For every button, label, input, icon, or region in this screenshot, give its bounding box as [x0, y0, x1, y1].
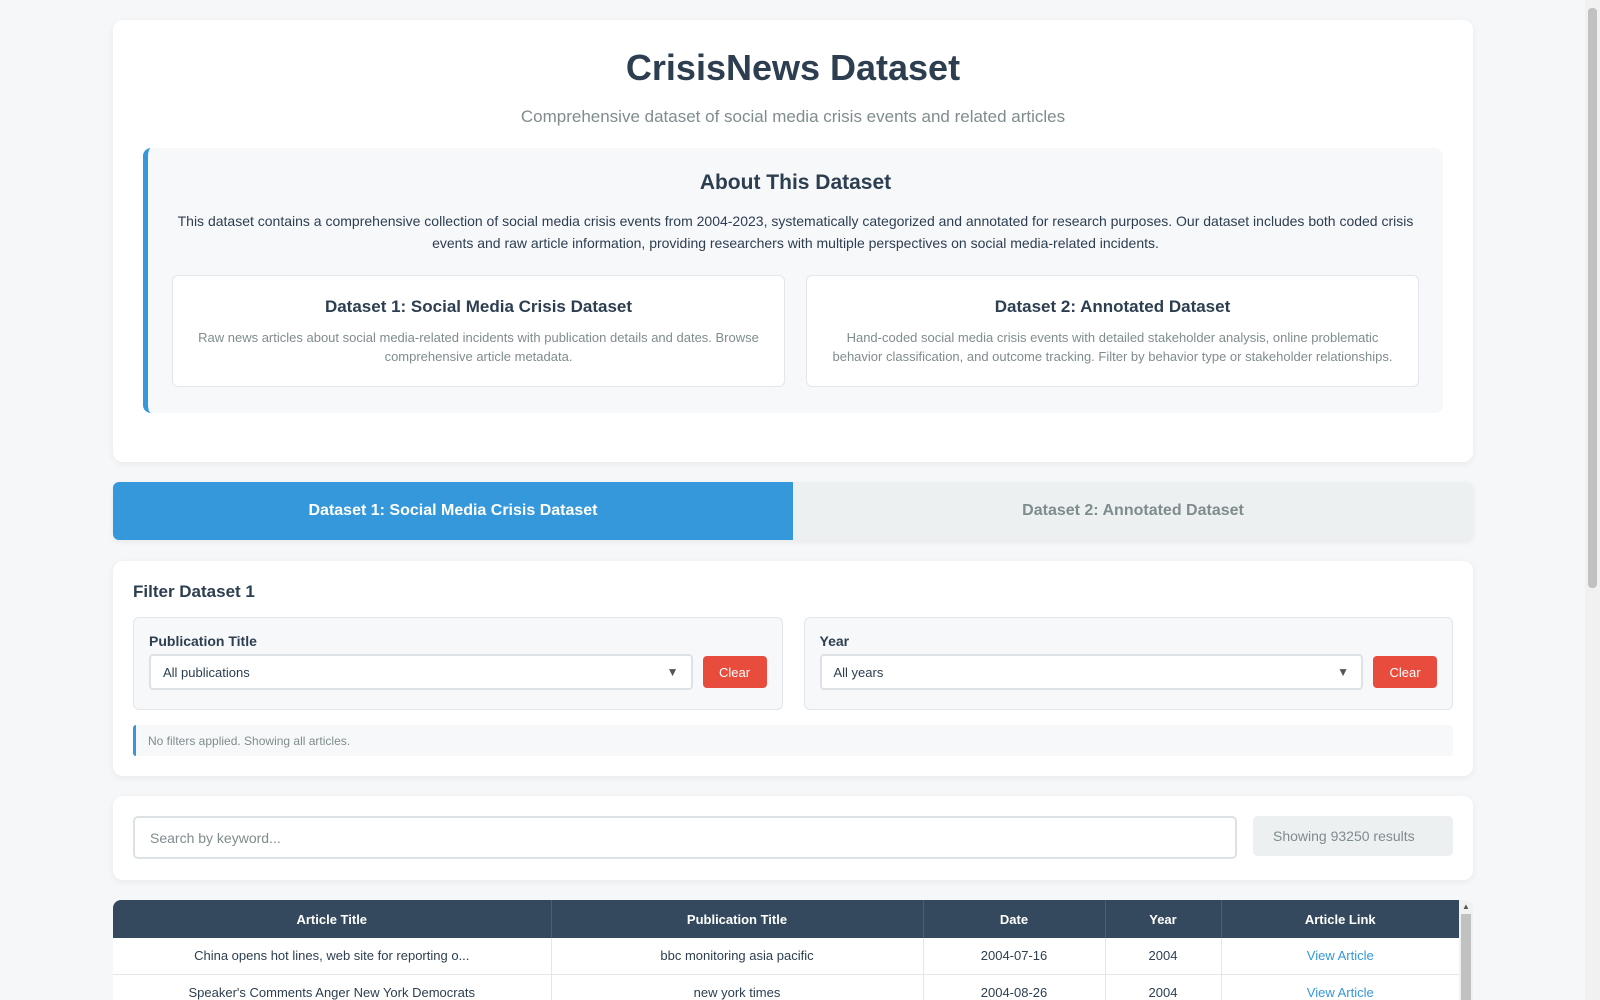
year-cell: 2004	[1105, 938, 1222, 975]
view-article-link[interactable]: View Article	[1307, 985, 1374, 1000]
article-title-cell: China opens hot lines, web site for repo…	[113, 938, 552, 975]
article-title-cell: Speaker's Comments Anger New York Democr…	[113, 974, 552, 1000]
year-clear-button[interactable]: Clear	[1373, 656, 1437, 688]
view-article-link[interactable]: View Article	[1307, 948, 1374, 963]
publication-title-cell: bbc monitoring asia pacific	[551, 938, 924, 975]
table-header-row: Article Title Publication Title Date Yea…	[113, 900, 1459, 938]
column-header-article-title[interactable]: Article Title	[113, 900, 552, 938]
tab-dataset-1[interactable]: Dataset 1: Social Media Crisis Dataset	[113, 482, 793, 540]
search-input[interactable]	[133, 816, 1237, 859]
about-description: This dataset contains a comprehensive co…	[177, 213, 1414, 251]
table-row: Speaker's Comments Anger New York Democr…	[113, 974, 1459, 1000]
filter-row: Publication Title All publications ▼ Cle…	[133, 617, 1453, 710]
articles-table-container: Article Title Publication Title Date Yea…	[113, 900, 1473, 1000]
publication-filter-group: Publication Title All publications ▼ Cle…	[133, 617, 783, 710]
page-scrollbar[interactable]	[1585, 0, 1600, 1000]
year-select-value: All years	[833, 664, 884, 680]
article-link-cell: View Article	[1221, 938, 1459, 975]
dataset-card-title: Dataset 1: Social Media Crisis Dataset	[324, 297, 633, 316]
year-select[interactable]: All years ▼	[819, 654, 1363, 690]
year-filter-group: Year All years ▼ Clear	[803, 617, 1453, 710]
filter-panel: Filter Dataset 1 Publication Title All p…	[113, 561, 1473, 776]
page-subtitle: Comprehensive dataset of social media cr…	[520, 107, 1066, 126]
article-link-cell: View Article	[1221, 974, 1459, 1000]
year-filter-label: Year	[819, 633, 850, 649]
year-cell: 2004	[1105, 974, 1222, 1000]
publication-filter-label: Publication Title	[149, 633, 257, 649]
column-header-publication-title[interactable]: Publication Title	[551, 900, 924, 938]
about-section: About This Dataset This dataset contains…	[143, 148, 1443, 413]
result-count: Showing 93250 results	[1253, 816, 1453, 856]
articles-table: Article Title Publication Title Date Yea…	[113, 900, 1459, 1000]
page-title: CrisisNews Dataset	[625, 47, 961, 88]
table-scrollbar-thumb[interactable]	[1461, 914, 1471, 1000]
dataset-card-description: Raw news articles about social media-rel…	[198, 330, 759, 364]
dataset-cards: Dataset 1: Social Media Crisis Dataset R…	[172, 275, 1419, 387]
publication-clear-button[interactable]: Clear	[702, 656, 767, 688]
publication-filter-controls: All publications ▼ Clear	[149, 654, 767, 690]
about-title: About This Dataset	[699, 171, 892, 194]
header-card: CrisisNews Dataset Comprehensive dataset…	[113, 20, 1473, 462]
date-cell: 2004-07-16	[923, 938, 1106, 975]
chevron-down-icon: ▼	[666, 665, 679, 679]
dataset-card-2: Dataset 2: Annotated Dataset Hand-coded …	[806, 275, 1419, 387]
dataset-tabs: Dataset 1: Social Media Crisis Dataset D…	[113, 482, 1473, 540]
date-cell: 2004-08-26	[923, 974, 1106, 1000]
filter-heading: Filter Dataset 1	[133, 582, 255, 601]
scroll-up-arrow-icon[interactable]: ▲	[1462, 902, 1470, 911]
table-row: China opens hot lines, web site for repo…	[113, 938, 1459, 975]
filter-status: No filters applied. Showing all articles…	[133, 725, 1453, 756]
page-scrollbar-thumb[interactable]	[1588, 8, 1597, 588]
column-header-year[interactable]: Year	[1105, 900, 1222, 938]
publication-select-value: All publications	[163, 664, 250, 680]
chevron-down-icon: ▼	[1337, 665, 1349, 679]
table-scrollbar[interactable]: ▲	[1459, 900, 1473, 1000]
column-header-date[interactable]: Date	[923, 900, 1106, 938]
dataset-card-1: Dataset 1: Social Media Crisis Dataset R…	[172, 275, 785, 387]
page-container: CrisisNews Dataset Comprehensive dataset…	[113, 20, 1473, 1000]
tab-dataset-2[interactable]: Dataset 2: Annotated Dataset	[793, 482, 1473, 540]
column-header-article-link[interactable]: Article Link	[1221, 900, 1459, 938]
publication-title-cell: new york times	[551, 974, 924, 1000]
dataset-card-title: Dataset 2: Annotated Dataset	[994, 297, 1231, 316]
year-filter-controls: All years ▼ Clear	[819, 654, 1437, 690]
dataset-card-description: Hand-coded social media crisis events wi…	[832, 330, 1393, 364]
search-panel: Showing 93250 results	[113, 796, 1473, 880]
publication-select[interactable]: All publications ▼	[149, 654, 693, 690]
